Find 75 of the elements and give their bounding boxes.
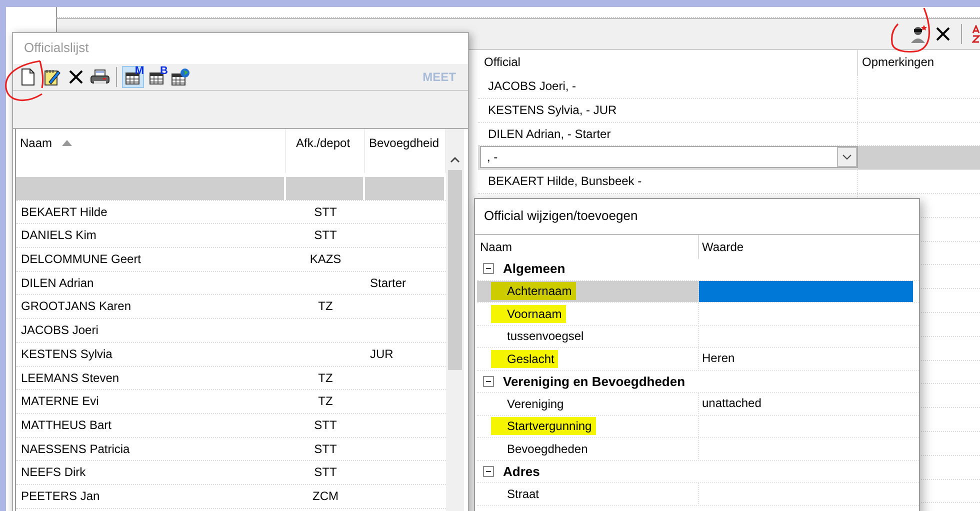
table-cell-text: PEETERS Jan <box>20 488 101 505</box>
collapse-icon[interactable] <box>483 466 494 477</box>
person-add-icon[interactable] <box>909 24 929 44</box>
scrollbar[interactable] <box>446 129 464 511</box>
property-label: Straat <box>506 486 540 503</box>
table-cell-text: MATTHEUS Bart <box>20 416 112 434</box>
property-label: Achternaam <box>491 282 576 300</box>
table-cell-text: TZ <box>317 370 334 386</box>
caret-icon[interactable] <box>837 147 857 168</box>
property-label: Bevoegdheden <box>506 440 589 458</box>
table-cell-text: DELCOMMUNE Geert <box>20 251 142 268</box>
property-name[interactable]: Vereniging <box>477 393 699 414</box>
table-cell: KESTENS Sylvia, - JUR <box>478 98 858 122</box>
table-cell-text: MATERNE Evi <box>20 393 100 410</box>
table-cell-text: STT <box>313 227 338 244</box>
property-value-field[interactable]: unattached <box>699 393 913 414</box>
table-cell-text: ZCM <box>312 488 340 505</box>
property-name[interactable]: Straat <box>477 483 699 504</box>
column-header[interactable]: Official <box>478 50 858 75</box>
table-cell: DILEN Adrian, - Starter <box>478 122 858 146</box>
property-name[interactable]: tussenvoegsel <box>477 326 699 347</box>
close-icon[interactable] <box>935 26 951 42</box>
globe-button[interactable] <box>170 66 192 88</box>
table-cell-text: JUR <box>369 346 394 363</box>
column-header[interactable]: Naam <box>16 129 286 173</box>
category-label: Vereniging en Bevoegdheden <box>503 374 686 389</box>
table-cell-text: BEKAERT Hilde <box>20 204 108 221</box>
property-label: Geslacht <box>491 350 558 368</box>
property-name[interactable]: Voornaam <box>477 303 699 324</box>
table-cell-text: DANIELS Kim <box>20 227 98 244</box>
sort-arrow-icon <box>62 140 72 146</box>
icon-letter: B <box>160 65 168 77</box>
column-header: Naam <box>477 234 699 258</box>
view-button[interactable]: M <box>122 66 144 88</box>
property-name[interactable]: Achternaam <box>477 280 699 302</box>
table-cell: BEKAERT Hilde, Bunsbeek - <box>478 170 858 193</box>
collapse-icon[interactable] <box>483 376 494 387</box>
table-cell-text: NEEFS Dirk <box>20 464 87 482</box>
table-cell-text: LEEMANS Steven <box>20 370 120 386</box>
scroll-up-icon[interactable] <box>449 156 461 164</box>
table-cell-text: Starter <box>369 274 408 292</box>
property-name[interactable]: Bevoegdheden <box>477 438 699 460</box>
table-cell-text: DILEN Adrian <box>20 274 95 292</box>
column-header: Waarde <box>701 240 744 254</box>
property-label: Vereniging <box>506 396 565 413</box>
official-dropdown[interactable]: , - <box>480 146 858 168</box>
table-cell-text: JACOBS Joeri <box>20 322 100 340</box>
column-header[interactable]: Afk./depot <box>286 129 365 173</box>
collapse-icon[interactable] <box>483 263 494 274</box>
table-cell-text: KESTENS Sylvia <box>20 346 114 363</box>
column-header[interactable]: Opmerkingen <box>858 50 934 75</box>
table-cell-text: KAZS <box>308 251 342 268</box>
table-cell-text: GROOTJANS Karen <box>20 298 132 316</box>
table-cell: JACOBS Joeri, - <box>478 75 858 98</box>
property-name[interactable]: Startvergunning <box>477 416 699 437</box>
table-cell-text: STT <box>313 440 338 458</box>
table-cell-text: TZ <box>317 393 334 410</box>
property-label: Startvergunning <box>491 417 596 436</box>
dialog-title: Official wijzigen/toevoegen <box>475 199 919 235</box>
view-button[interactable]: B <box>146 66 168 88</box>
category-label: Algemeen <box>503 261 566 276</box>
table-cell-text: STT <box>313 416 338 434</box>
table-cell-text: TZ <box>317 298 334 316</box>
property-value-field[interactable]: Heren <box>699 348 913 370</box>
icon-letter: M <box>134 65 144 77</box>
category-label: Adres <box>503 464 540 479</box>
property-name[interactable]: Geslacht <box>477 348 699 370</box>
property-label: tussenvoegsel <box>506 328 585 346</box>
table-cell-text: STT <box>313 204 338 221</box>
sort-icon[interactable] <box>972 25 980 43</box>
property-label: Voornaam <box>491 304 566 323</box>
table-cell-text: NAESSENS Patricia <box>20 440 131 458</box>
window-title: Officialslijst <box>23 39 90 57</box>
property-value-field[interactable] <box>699 280 913 302</box>
table-cell-text: STT <box>313 464 338 482</box>
